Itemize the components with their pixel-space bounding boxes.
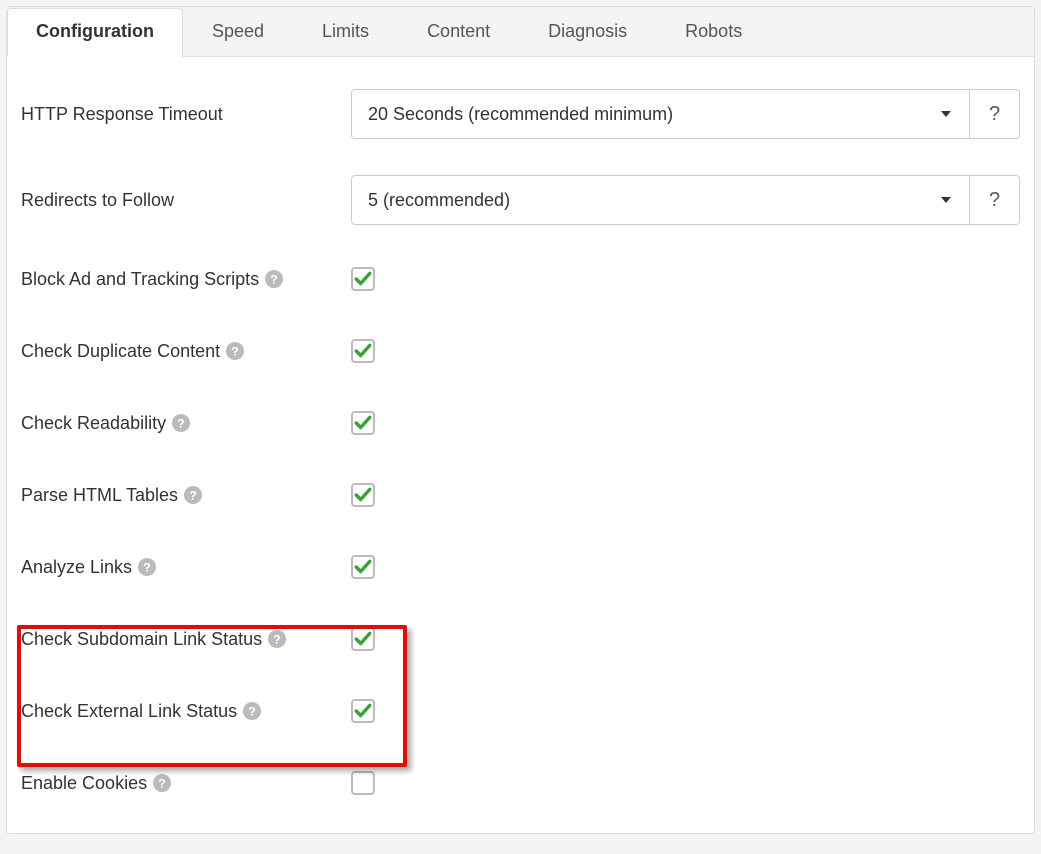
checkbox-dup-content[interactable]	[351, 339, 375, 363]
config-content: HTTP Response Timeout 20 Seconds (recomm…	[7, 57, 1034, 833]
checkbox-enable-cookies[interactable]	[351, 771, 375, 795]
checkbox-block-ads[interactable]	[351, 267, 375, 291]
checkbox-parse-tables[interactable]	[351, 483, 375, 507]
label-redirects: Redirects to Follow	[21, 190, 351, 211]
svg-text:?: ?	[177, 417, 185, 431]
question-circle-icon[interactable]: ?	[268, 630, 286, 648]
label-text-block-ads: Block Ad and Tracking Scripts	[21, 269, 259, 290]
checkbox-readability[interactable]	[351, 411, 375, 435]
svg-text:?: ?	[231, 345, 239, 359]
label-block-ads: Block Ad and Tracking Scripts ?	[21, 269, 351, 290]
checkbox-analyze-links[interactable]	[351, 555, 375, 579]
tab-speed[interactable]: Speed	[183, 8, 293, 57]
row-block-ads: Block Ad and Tracking Scripts ?	[21, 261, 1020, 297]
label-text-subdomain-links: Check Subdomain Link Status	[21, 629, 262, 650]
row-external-links: Check External Link Status ?	[21, 693, 1020, 729]
tab-diagnosis[interactable]: Diagnosis	[519, 8, 656, 57]
label-text-external-links: Check External Link Status	[21, 701, 237, 722]
row-subdomain-links: Check Subdomain Link Status ?	[21, 621, 1020, 657]
row-readability: Check Readability ?	[21, 405, 1020, 441]
tab-limits[interactable]: Limits	[293, 8, 398, 57]
label-text-redirects: Redirects to Follow	[21, 190, 174, 211]
question-circle-icon[interactable]: ?	[265, 270, 283, 288]
help-button-redirects[interactable]: ?	[970, 175, 1020, 225]
config-panel: Configuration Speed Limits Content Diagn…	[6, 6, 1035, 834]
svg-text:?: ?	[189, 489, 197, 503]
label-analyze-links: Analyze Links ?	[21, 557, 351, 578]
row-enable-cookies: Enable Cookies ?	[21, 765, 1020, 801]
tab-bar: Configuration Speed Limits Content Diagn…	[7, 7, 1034, 57]
select-value-redirects: 5 (recommended)	[368, 190, 510, 211]
row-dup-content: Check Duplicate Content ?	[21, 333, 1020, 369]
question-circle-icon[interactable]: ?	[184, 486, 202, 504]
svg-text:?: ?	[158, 777, 166, 791]
row-redirects: Redirects to Follow 5 (recommended) ?	[21, 175, 1020, 225]
checkbox-subdomain-links[interactable]	[351, 627, 375, 651]
row-analyze-links: Analyze Links ?	[21, 549, 1020, 585]
label-enable-cookies: Enable Cookies ?	[21, 773, 351, 794]
question-circle-icon[interactable]: ?	[138, 558, 156, 576]
tab-content[interactable]: Content	[398, 8, 519, 57]
select-redirects[interactable]: 5 (recommended)	[351, 175, 970, 225]
select-http-timeout[interactable]: 20 Seconds (recommended minimum)	[351, 89, 970, 139]
label-dup-content: Check Duplicate Content ?	[21, 341, 351, 362]
label-subdomain-links: Check Subdomain Link Status ?	[21, 629, 351, 650]
svg-text:?: ?	[270, 273, 278, 287]
chevron-down-icon	[941, 197, 951, 203]
question-circle-icon[interactable]: ?	[153, 774, 171, 792]
checkbox-external-links[interactable]	[351, 699, 375, 723]
label-external-links: Check External Link Status ?	[21, 701, 351, 722]
question-circle-icon[interactable]: ?	[243, 702, 261, 720]
svg-text:?: ?	[143, 561, 151, 575]
label-readability: Check Readability ?	[21, 413, 351, 434]
row-http-timeout: HTTP Response Timeout 20 Seconds (recomm…	[21, 89, 1020, 139]
label-text-dup-content: Check Duplicate Content	[21, 341, 220, 362]
select-value-http-timeout: 20 Seconds (recommended minimum)	[368, 104, 673, 125]
help-button-http-timeout[interactable]: ?	[970, 89, 1020, 139]
label-text-parse-tables: Parse HTML Tables	[21, 485, 178, 506]
svg-text:?: ?	[273, 633, 281, 647]
tab-robots[interactable]: Robots	[656, 8, 771, 57]
row-parse-tables: Parse HTML Tables ?	[21, 477, 1020, 513]
label-text-analyze-links: Analyze Links	[21, 557, 132, 578]
question-circle-icon[interactable]: ?	[226, 342, 244, 360]
label-parse-tables: Parse HTML Tables ?	[21, 485, 351, 506]
svg-text:?: ?	[248, 705, 256, 719]
label-text-http-timeout: HTTP Response Timeout	[21, 104, 223, 125]
label-http-timeout: HTTP Response Timeout	[21, 104, 351, 125]
chevron-down-icon	[941, 111, 951, 117]
label-text-enable-cookies: Enable Cookies	[21, 773, 147, 794]
tab-configuration[interactable]: Configuration	[7, 8, 183, 57]
label-text-readability: Check Readability	[21, 413, 166, 434]
question-circle-icon[interactable]: ?	[172, 414, 190, 432]
